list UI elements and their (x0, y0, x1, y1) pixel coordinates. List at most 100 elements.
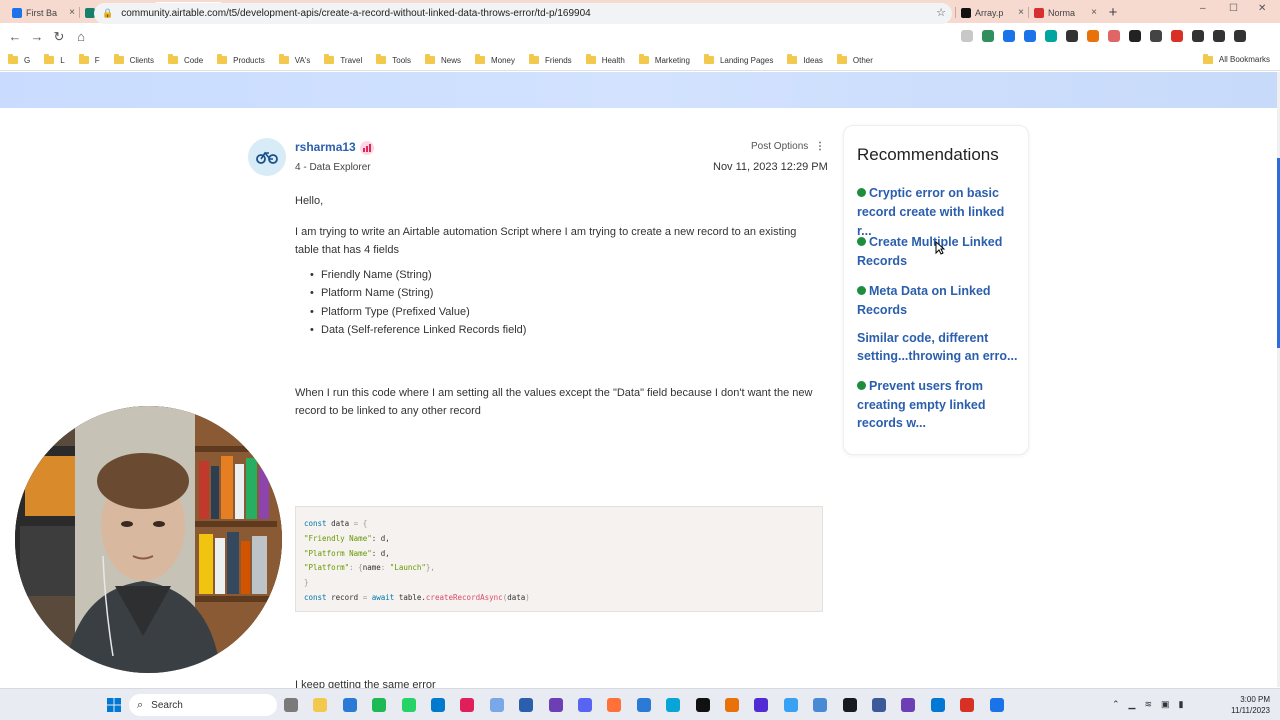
bookmark-label: F (94, 55, 100, 65)
recommendation-link[interactable]: Meta Data on Linked Records (857, 282, 1022, 320)
windows-start-icon[interactable] (107, 698, 121, 712)
taskbar-app-icon[interactable] (695, 698, 710, 712)
bookmark-label: Landing Pages (719, 55, 774, 65)
bookmark-folder[interactable]: Health (585, 54, 625, 65)
bookmark-label: Clients (129, 55, 155, 65)
taskbar-app-icon[interactable] (578, 698, 592, 712)
taskbar-app-icon[interactable] (725, 698, 739, 712)
close-tab-icon[interactable]: × (1091, 7, 1097, 18)
extension-icon[interactable] (1024, 30, 1036, 42)
taskbar-app-icon[interactable] (813, 698, 828, 712)
taskbar-app-icon[interactable] (342, 698, 357, 712)
bookmark-folder[interactable]: News (424, 54, 461, 65)
extension-icon[interactable] (1066, 30, 1078, 42)
taskbar-app-icon[interactable] (989, 698, 1004, 712)
close-tab-icon[interactable]: × (69, 7, 75, 18)
bookmark-label: G (24, 55, 31, 65)
taskbar-search[interactable]: ⌕ Search (129, 694, 277, 716)
taskbar-app-icon[interactable] (783, 698, 798, 712)
address-bar[interactable]: 🔒 community.airtable.com/t5/development-… (94, 3, 952, 24)
maximize-icon[interactable]: ☐ (1229, 3, 1238, 14)
folder-icon (8, 54, 18, 64)
bookmark-folder[interactable]: Marketing (638, 54, 690, 65)
bookmark-star-icon[interactable]: ☆ (936, 6, 946, 19)
run-text-line-1: When I run this code where I am setting … (295, 387, 813, 399)
taskbar-app-icon[interactable] (901, 698, 916, 712)
folder-icon (474, 54, 485, 64)
taskbar-app-icon[interactable] (431, 698, 445, 712)
extension-icon[interactable] (1003, 30, 1015, 42)
reload-icon[interactable]: ↻ (48, 29, 70, 45)
taskbar-app-icon[interactable] (960, 698, 975, 712)
extension-icon[interactable] (1150, 30, 1162, 42)
post-options-button[interactable]: Post Options ⋮ (751, 141, 825, 152)
all-bookmarks-button[interactable]: All Bookmarks (1202, 53, 1270, 64)
taskbar-app-icon[interactable] (519, 698, 534, 712)
bookmark-folder[interactable]: Products (217, 54, 265, 65)
system-clock[interactable]: 3:00 PM 11/11/2023 (1231, 694, 1270, 716)
close-window-icon[interactable]: ✕ (1258, 3, 1266, 14)
browser-tab[interactable]: First Ba × (6, 2, 79, 23)
forward-icon[interactable]: → (26, 29, 48, 44)
taskbar-app-icon[interactable] (872, 698, 886, 712)
run-text-line-2: record to be linked to any other record (295, 405, 481, 417)
recommendation-link[interactable]: Similar code, different setting...throwi… (857, 329, 1022, 365)
bookmark-folder[interactable]: Other (836, 54, 873, 65)
taskbar-app-icon[interactable] (666, 698, 681, 712)
bookmark-folder[interactable]: Clients (113, 54, 155, 65)
extension-icon[interactable] (961, 30, 973, 42)
bookmark-folder[interactable]: Ideas (787, 54, 823, 65)
more-vertical-icon: ⋮ (815, 141, 826, 152)
bookmark-folder[interactable]: VA's (278, 54, 310, 65)
browser-tab[interactable]: Norma × (1028, 2, 1101, 23)
extension-icon[interactable] (1087, 30, 1099, 42)
taskbar-app-icon[interactable] (636, 698, 651, 712)
taskbar-app-icon[interactable] (930, 698, 945, 712)
author-username[interactable]: rsharma13 (295, 140, 356, 154)
bookmark-folder[interactable]: L (44, 54, 65, 65)
avatar[interactable] (248, 138, 286, 176)
home-icon[interactable]: ⌂ (70, 29, 92, 44)
list-item: Platform Name (String) (310, 284, 526, 302)
folder-icon (585, 54, 596, 64)
taskbar-app-icon[interactable] (460, 698, 475, 712)
webcam-overlay (15, 406, 282, 673)
bookmark-folder[interactable]: F (78, 54, 100, 65)
bookmark-folder[interactable]: Code (168, 54, 203, 65)
taskbar-app-icon[interactable] (401, 698, 416, 712)
site-info-icon[interactable]: 🔒 (102, 8, 113, 19)
bookmark-folder[interactable]: Money (474, 54, 515, 65)
extension-icon[interactable] (1213, 30, 1225, 42)
extension-icon[interactable] (1108, 30, 1120, 42)
extension-icon[interactable] (982, 30, 994, 42)
extension-icon[interactable] (1045, 30, 1057, 42)
taskbar-app-icon[interactable] (489, 698, 504, 712)
extension-icon[interactable] (1129, 30, 1141, 42)
taskbar-app-icon[interactable] (548, 698, 563, 712)
new-tab-button[interactable]: + (1101, 2, 1125, 23)
back-icon[interactable]: ← (4, 29, 26, 44)
post-date: Nov 11, 2023 12:29 PM (713, 161, 828, 173)
extension-icon[interactable] (1192, 30, 1204, 42)
taskbar-app-icon[interactable] (284, 698, 298, 712)
taskbar-app-icon[interactable] (842, 698, 857, 712)
solved-check-icon (857, 237, 866, 246)
minimize-icon[interactable]: – (1200, 3, 1206, 14)
bookmark-folder[interactable]: G (8, 54, 31, 65)
bookmark-folder[interactable]: Friends (529, 54, 572, 65)
browser-tab[interactable]: Array.p × (955, 2, 1028, 23)
bookmark-folder[interactable]: Travel (324, 54, 362, 65)
field-list: Friendly Name (String) Platform Name (St… (310, 266, 526, 339)
system-tray[interactable]: ⌃▁≋▣▮ (1112, 699, 1192, 710)
bookmark-folder[interactable]: Landing Pages (703, 54, 774, 65)
taskbar-app-icon[interactable] (607, 698, 622, 712)
extension-icon[interactable] (1171, 30, 1183, 42)
close-tab-icon[interactable]: × (1018, 7, 1024, 18)
code-line: "Friendly Name": d, (304, 533, 390, 543)
extension-icon[interactable] (1234, 30, 1246, 42)
taskbar-app-icon[interactable] (372, 698, 387, 712)
recommendation-link[interactable]: Prevent users from creating empty linked… (857, 377, 1022, 433)
taskbar-app-icon[interactable] (754, 698, 769, 712)
taskbar-app-icon[interactable] (313, 698, 328, 712)
bookmark-folder[interactable]: Tools (376, 54, 411, 65)
